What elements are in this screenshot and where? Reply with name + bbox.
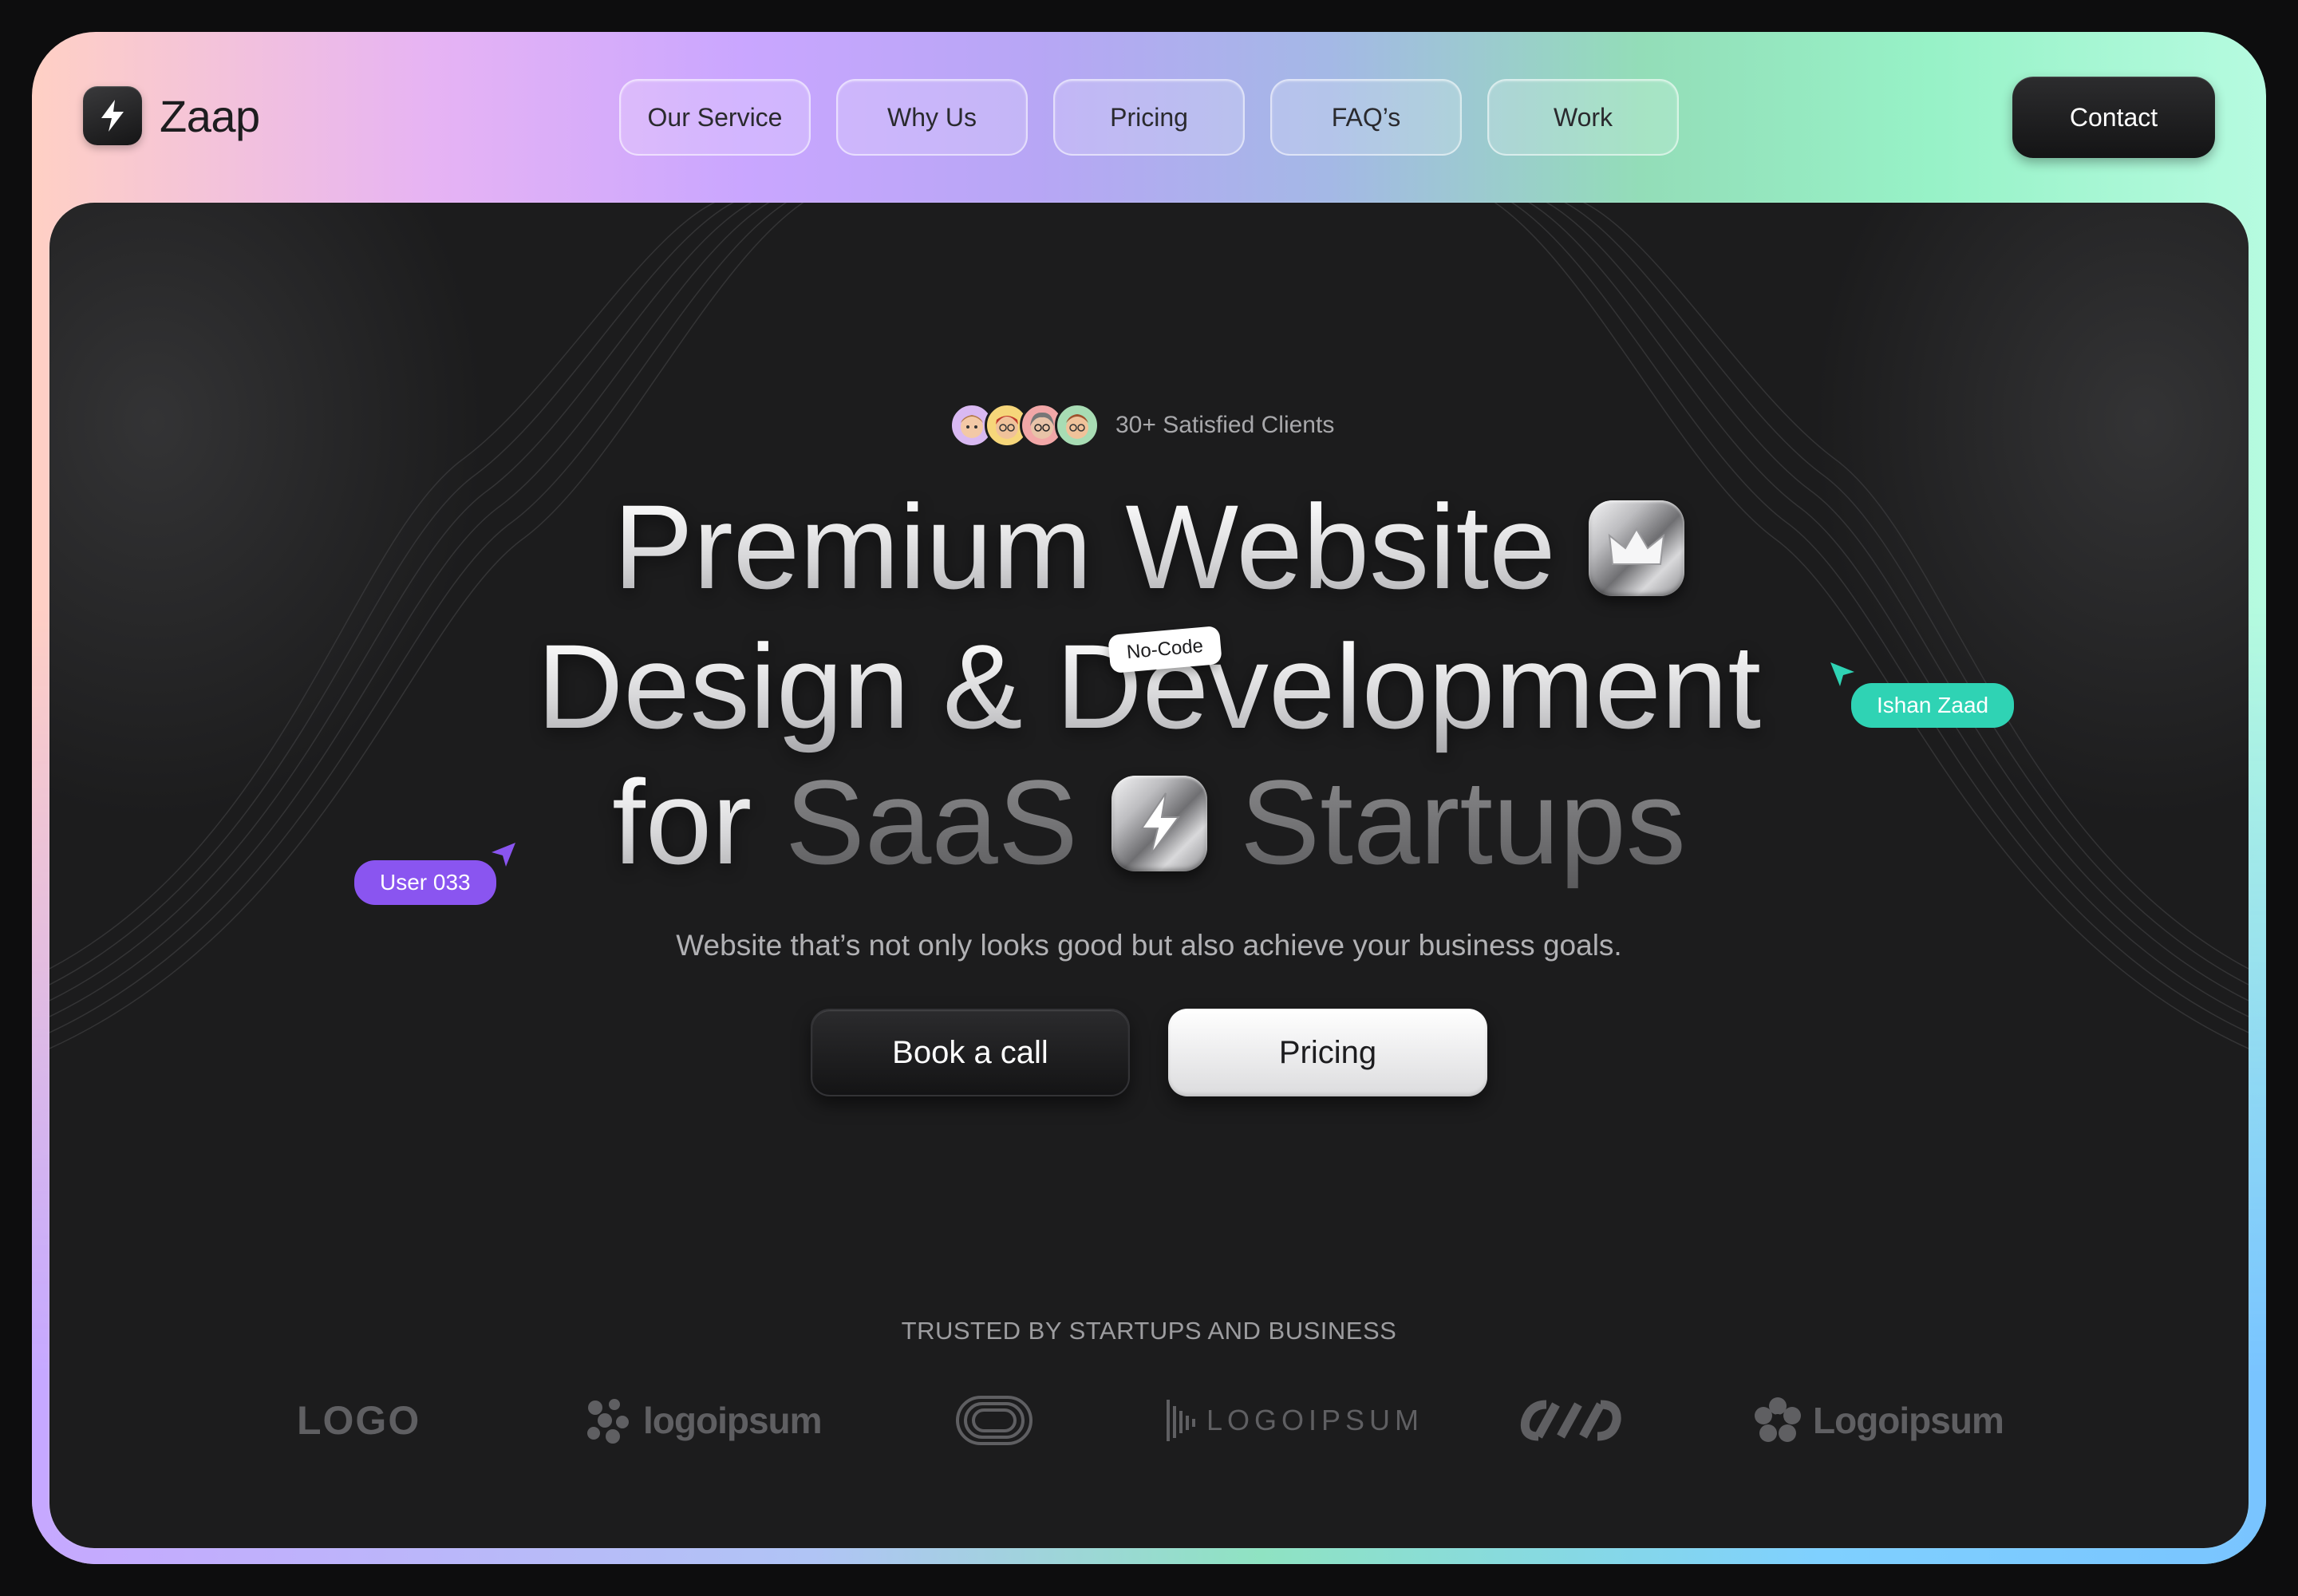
headline-line-3: for SaaS Startups bbox=[0, 762, 2298, 882]
clients-count-text: 30+ Satisfied Clients bbox=[1115, 412, 1335, 438]
partner-logo-2: logoipsum bbox=[582, 1389, 823, 1452]
clients-badge: 30+ Satisfied Clients bbox=[950, 403, 1334, 448]
headline-text-3-startups: Startups bbox=[1240, 755, 1686, 889]
contact-button[interactable]: Contact bbox=[2012, 77, 2215, 158]
cursor-label-ishan: Ishan Zaad bbox=[1851, 683, 2015, 728]
partner-logo-3 bbox=[954, 1389, 1034, 1452]
avatar-group bbox=[950, 403, 1100, 448]
concentric-logo-icon bbox=[956, 1396, 1033, 1445]
partner-logo-text: LOGO bbox=[297, 1398, 421, 1443]
pricing-button[interactable]: Pricing bbox=[1168, 1009, 1487, 1096]
nav-faqs[interactable]: FAQ’s bbox=[1270, 79, 1462, 156]
infinity-links-icon bbox=[1520, 1400, 1621, 1441]
partner-logo-text: LOGOIPSUM bbox=[1206, 1404, 1424, 1436]
flower-logo-icon bbox=[1755, 1397, 1801, 1442]
partner-logo-5 bbox=[1514, 1389, 1629, 1452]
cursor-arrow-icon bbox=[492, 843, 515, 867]
partner-logo-text: Logoipsum bbox=[1813, 1400, 2004, 1441]
brand-logo[interactable]: Zaap bbox=[83, 86, 260, 145]
logoipsum-mark-icon bbox=[587, 1399, 629, 1444]
nav-work[interactable]: Work bbox=[1487, 79, 1679, 156]
partner-logo-4: LOGOIPSUM bbox=[1165, 1389, 1423, 1452]
cursor-arrow-icon bbox=[1830, 662, 1854, 686]
headline-text-3-saas: SaaS bbox=[784, 755, 1078, 889]
main-nav: Our Service Why Us Pricing FAQ’s Work bbox=[619, 79, 1679, 156]
partner-logo-text: logoipsum bbox=[643, 1400, 823, 1441]
partner-logo-1: LOGO bbox=[297, 1389, 421, 1452]
cursor-label-user: User 033 bbox=[354, 860, 496, 905]
headline-text-3-prefix: for bbox=[612, 755, 752, 889]
book-call-button[interactable]: Book a call bbox=[811, 1009, 1130, 1096]
headline-line-1: Premium Website bbox=[0, 487, 2298, 606]
avatar bbox=[1055, 403, 1100, 448]
brand-name: Zaap bbox=[160, 90, 260, 141]
trusted-heading: TRUSTED BY STARTUPS AND BUSINESS bbox=[901, 1317, 1397, 1345]
hero-subtitle: Website that’s not only looks good but a… bbox=[676, 929, 1622, 962]
partner-logo-6: Logoipsum bbox=[1752, 1389, 2004, 1452]
partner-logos: LOGO logoipsum LOGOIPSUM Logoipsum bbox=[0, 1389, 2298, 1452]
nav-pricing[interactable]: Pricing bbox=[1053, 79, 1245, 156]
soundwave-icon bbox=[1167, 1400, 1195, 1441]
lightning-icon bbox=[1111, 776, 1207, 872]
nav-why-us[interactable]: Why Us bbox=[836, 79, 1028, 156]
headline-text-1: Premium Website bbox=[613, 480, 1556, 614]
nav-our-service[interactable]: Our Service bbox=[619, 79, 811, 156]
lightning-icon bbox=[83, 86, 142, 145]
crown-icon bbox=[1589, 500, 1685, 597]
